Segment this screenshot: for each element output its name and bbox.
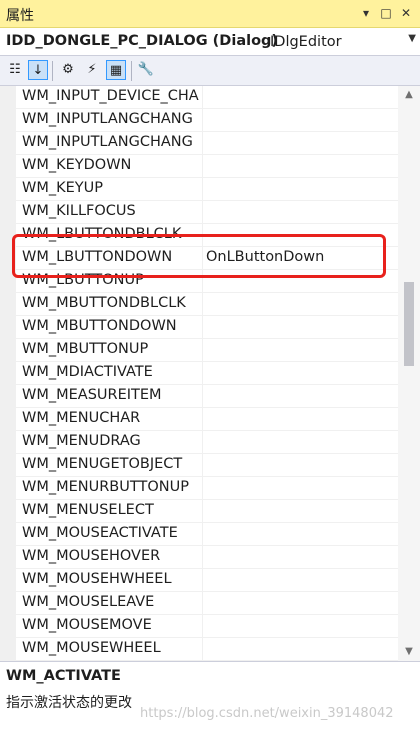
toolbar: ☷ ↓ ⚙ ⚡ ▦ 🔧 [0,56,420,86]
property-name: WM_KILLFOCUS [22,203,136,219]
messages-icon[interactable]: ▦ [106,60,126,80]
property-row[interactable]: WM_MOUSEHWHEEL [16,569,398,592]
property-row[interactable]: WM_MENUDRAG [16,431,398,454]
column-divider [202,339,203,362]
watermark: https://blog.csdn.net/weixin_39148042 [140,706,394,721]
property-name: WM_MENUSELECT [22,502,154,518]
events-icon[interactable]: ⚡ [82,60,102,80]
property-row[interactable]: WM_MENUSELECT [16,500,398,523]
property-name: WM_MBUTTONUP [22,341,149,357]
property-name: WM_MDIACTIVATE [22,364,153,380]
property-row[interactable]: WM_MOUSEHOVER [16,546,398,569]
close-icon[interactable]: ✕ [398,5,414,21]
column-divider [202,615,203,638]
column-divider [202,109,203,132]
property-row[interactable]: WM_MENURBUTTONUP [16,477,398,500]
property-row[interactable]: WM_KEYDOWN [16,155,398,178]
property-name: WM_MENUDRAG [22,433,141,449]
property-name: WM_MOUSEMOVE [22,617,152,633]
object-name: IDD_DONGLE_PC_DIALOG (Dialog) [6,33,279,49]
window-title: 属性 [6,8,34,24]
column-divider [202,408,203,431]
column-divider [202,477,203,500]
column-divider [202,523,203,546]
column-divider [202,500,203,523]
property-name: WM_INPUTLANGCHANG [22,111,193,127]
property-name: WM_MOUSEHOVER [22,548,161,564]
column-divider [202,86,203,109]
alphabetical-icon[interactable]: ↓ [28,60,48,80]
property-row[interactable]: WM_KILLFOCUS [16,201,398,224]
property-row[interactable]: WM_MOUSELEAVE [16,592,398,615]
property-row[interactable]: WM_MENUGETOBJECT [16,454,398,477]
column-divider [202,293,203,316]
property-row[interactable]: WM_INPUTLANGCHANG [16,109,398,132]
column-divider [202,592,203,615]
dropdown-arrow-icon[interactable]: ▼ [408,33,416,44]
property-name: WM_MENUGETOBJECT [22,456,183,472]
property-name: WM_INPUTLANGCHANG [22,134,193,150]
column-divider [202,201,203,224]
property-name: WM_KEYDOWN [22,157,132,173]
maximize-icon[interactable]: □ [378,5,394,21]
column-divider [202,132,203,155]
property-row[interactable]: WM_MOUSEWHEEL [16,638,398,661]
scroll-down-icon[interactable]: ▼ [402,645,416,659]
property-row[interactable]: WM_MBUTTONUP [16,339,398,362]
column-divider [202,638,203,661]
column-divider [202,431,203,454]
title-bar: 属性 ▾ □ ✕ [0,0,420,28]
property-row[interactable]: WM_INPUT_DEVICE_CHA [16,86,398,109]
property-row[interactable]: WM_MEASUREITEM [16,385,398,408]
categorized-icon[interactable]: ☷ [5,60,25,80]
overrides-icon[interactable]: 🔧 [136,60,156,80]
property-name: WM_MOUSEWHEEL [22,640,161,656]
property-row[interactable]: WM_MDIACTIVATE [16,362,398,385]
grid-gutter [0,86,16,661]
column-divider [202,454,203,477]
property-name: WM_MOUSEHWHEEL [22,571,172,587]
dropdown-icon[interactable]: ▾ [358,5,374,21]
properties-icon[interactable]: ⚙ [58,60,78,80]
scroll-thumb[interactable] [404,282,414,366]
property-row[interactable]: WM_MOUSEMOVE [16,615,398,638]
column-divider [202,178,203,201]
description-text: 指示激活状态的更改 [6,695,132,711]
property-row[interactable]: WM_MBUTTONDOWN [16,316,398,339]
scroll-up-icon[interactable]: ▲ [402,88,416,102]
description-title: WM_ACTIVATE [6,668,121,684]
property-name: WM_MBUTTONDBLCLK [22,295,186,311]
column-divider [202,316,203,339]
column-divider [202,569,203,592]
column-divider [202,362,203,385]
description-panel: WM_ACTIVATE 指示激活状态的更改 https://blog.csdn.… [0,661,420,732]
property-name: WM_KEYUP [22,180,103,196]
property-grid: WM_INPUT_DEVICE_CHA WM_INPUTLANGCHANG WM_I… [0,86,420,661]
column-divider [202,155,203,178]
property-row[interactable]: WM_MBUTTONDBLCLK [16,293,398,316]
property-rows: WM_INPUT_DEVICE_CHA WM_INPUTLANGCHANG WM_I… [16,86,398,661]
object-type: IDlgEditor [270,34,342,50]
property-name: WM_MENURBUTTONUP [22,479,189,495]
property-name: WM_MBUTTONDOWN [22,318,177,334]
property-row[interactable]: WM_INPUTLANGCHANG [16,132,398,155]
property-row[interactable]: WM_MOUSEACTIVATE [16,523,398,546]
vertical-scrollbar[interactable]: ▲ ▼ [398,86,420,661]
highlight-annotation [12,234,386,278]
property-name: WM_MOUSELEAVE [22,594,155,610]
property-row[interactable]: WM_KEYUP [16,178,398,201]
toolbar-separator [131,61,132,81]
property-name: WM_MENUCHAR [22,410,141,426]
object-selector[interactable]: IDD_DONGLE_PC_DIALOG (Dialog) IDlgEditor… [0,28,420,56]
property-name: WM_MOUSEACTIVATE [22,525,178,541]
toolbar-separator [52,61,53,81]
column-divider [202,546,203,569]
property-row[interactable]: WM_MENUCHAR [16,408,398,431]
property-name: WM_MEASUREITEM [22,387,162,403]
property-name: WM_INPUT_DEVICE_CHA [22,88,199,104]
column-divider [202,385,203,408]
